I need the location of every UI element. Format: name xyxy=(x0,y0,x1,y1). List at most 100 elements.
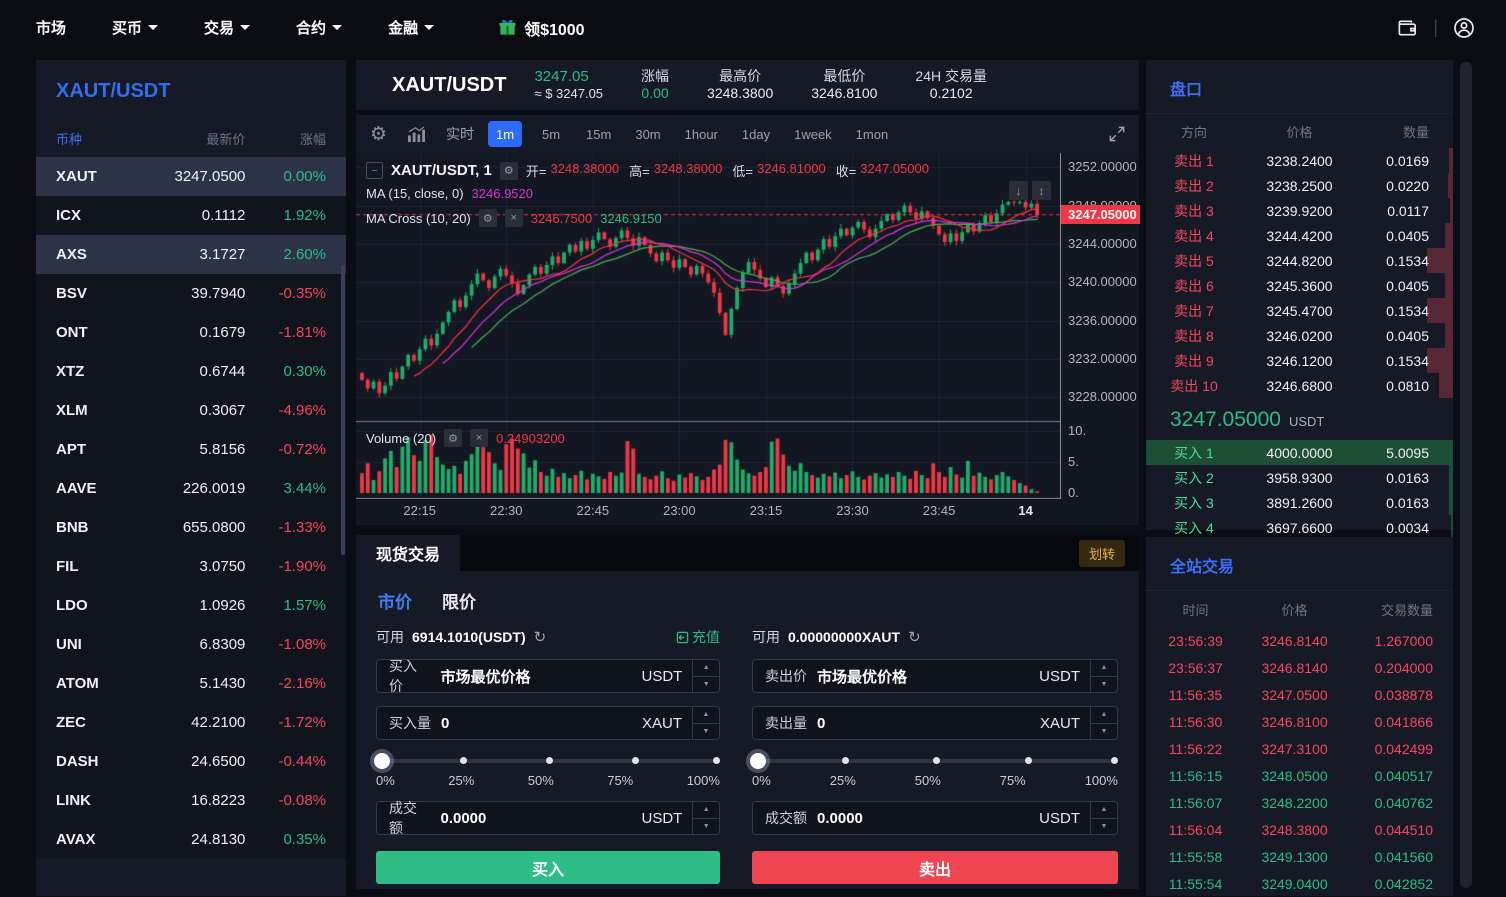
market-row[interactable]: XAUT 3247.0500 0.00% xyxy=(36,157,346,196)
bid-row[interactable]: 买入 2 3958.9300 0.0163 xyxy=(1146,465,1453,490)
time-axis[interactable]: 22:1522:3022:4523:0023:1523:3023:4514 xyxy=(356,499,1060,523)
buy-button[interactable]: 买入 xyxy=(376,851,720,884)
bonus-promo[interactable]: 领$1000 xyxy=(498,16,585,40)
ask-row[interactable]: 卖出 5 3244.8200 0.1534 xyxy=(1146,248,1453,273)
indicator-chart-icon[interactable] xyxy=(407,126,426,143)
nav-item[interactable]: 交易 xyxy=(204,17,250,38)
refresh-icon[interactable]: ↻ xyxy=(908,628,921,646)
market-row[interactable]: UNI 6.8309 -1.08% xyxy=(36,625,346,664)
sell-amount-field[interactable]: 卖出量 XAUT ▲▼ xyxy=(752,706,1118,740)
close-icon[interactable]: × xyxy=(470,429,488,447)
market-row[interactable]: LINK 16.8223 -0.08% xyxy=(36,781,346,820)
interval-button[interactable]: 1week xyxy=(788,121,838,147)
price-axis-label: 3252.00000 xyxy=(1068,159,1137,174)
settings-gear-icon[interactable]: ⚙ xyxy=(370,123,387,146)
ask-row[interactable]: 卖出 9 3246.1200 0.1534 xyxy=(1146,348,1453,373)
market-row[interactable]: APT 5.8156 -0.72% xyxy=(36,430,346,469)
buy-price-input[interactable] xyxy=(440,668,641,685)
chart-legend-volume: Volume (20) ⚙ × 0.24903200 xyxy=(366,429,565,447)
buy-total-stepper[interactable]: ▲▼ xyxy=(692,802,719,834)
sell-price-stepper[interactable]: ▲▼ xyxy=(1090,660,1117,692)
order-type-tab[interactable]: 限价 xyxy=(442,588,476,613)
market-row[interactable]: AAVE 226.0019 3.44% xyxy=(36,469,346,508)
chart-canvas[interactable] xyxy=(356,153,1060,499)
ask-row[interactable]: 卖出 6 3245.3600 0.0405 xyxy=(1146,273,1453,298)
price-axis[interactable]: 3252.000003248.000003244.000003240.00000… xyxy=(1060,153,1139,499)
ask-row[interactable]: 卖出 10 3246.6800 0.0810 xyxy=(1146,373,1453,398)
buy-total-field[interactable]: 成交额 USDT ▲▼ xyxy=(376,801,720,835)
market-row[interactable]: ICX 0.1112 1.92% xyxy=(36,196,346,235)
time-axis-label: 22:15 xyxy=(396,503,444,518)
interval-button[interactable]: 15m xyxy=(580,121,617,147)
market-row[interactable]: ATOM 5.1430 -2.16% xyxy=(36,664,346,703)
buy-amount-field[interactable]: 买入量 XAUT ▲▼ xyxy=(376,706,720,740)
ask-row[interactable]: 卖出 7 3245.4700 0.1534 xyxy=(1146,298,1453,323)
time-axis-label: 23:30 xyxy=(828,503,876,518)
nav-item[interactable]: 金融 xyxy=(388,17,434,38)
fullscreen-icon[interactable] xyxy=(1107,124,1127,144)
sell-price-field[interactable]: 卖出价 USDT ▲▼ xyxy=(752,659,1118,693)
realtime-tab[interactable]: 实时 xyxy=(446,124,474,144)
sell-percent-slider[interactable] xyxy=(752,753,1118,769)
page-scrollbar[interactable] xyxy=(1460,62,1472,888)
ask-row[interactable]: 卖出 4 3244.4200 0.0405 xyxy=(1146,223,1453,248)
ask-row[interactable]: 卖出 8 3246.0200 0.0405 xyxy=(1146,323,1453,348)
nav-item[interactable]: 合约 xyxy=(296,17,342,38)
ask-row[interactable]: 卖出 2 3238.2500 0.0220 xyxy=(1146,173,1453,198)
buy-total-input[interactable] xyxy=(440,810,641,827)
gear-icon[interactable]: ⚙ xyxy=(479,209,497,227)
nav-item[interactable]: 买币 xyxy=(112,17,158,38)
market-row[interactable]: AXS 3.1727 2.60% xyxy=(36,235,346,274)
bid-row[interactable]: 买入 1 4000.0000 5.0095 xyxy=(1146,440,1453,465)
sell-amount-stepper[interactable]: ▲▼ xyxy=(1090,707,1117,739)
buy-price-field[interactable]: 买入价 USDT ▲▼ xyxy=(376,659,720,693)
buy-price-stepper[interactable]: ▲▼ xyxy=(692,660,719,692)
market-row[interactable]: ZEC 42.2100 -1.72% xyxy=(36,703,346,742)
order-type-tab[interactable]: 市价 xyxy=(378,588,412,613)
recharge-link[interactable]: 充值 xyxy=(676,627,720,647)
buy-slider-thumb[interactable] xyxy=(374,753,390,769)
market-row[interactable]: DASH 24.6500 -0.44% xyxy=(36,742,346,781)
gear-icon[interactable]: ⚙ xyxy=(500,162,518,180)
resize-pane-icon[interactable]: ↕ xyxy=(1032,181,1051,200)
market-row[interactable]: XLM 0.3067 -4.96% xyxy=(36,391,346,430)
sell-total-field[interactable]: 成交额 USDT ▲▼ xyxy=(752,801,1118,835)
market-row[interactable]: ONT 0.1679 -1.81% xyxy=(36,313,346,352)
market-row[interactable]: FIL 3.0750 -1.90% xyxy=(36,547,346,586)
interval-button[interactable]: 1mon xyxy=(850,121,895,147)
user-icon[interactable] xyxy=(1452,16,1476,40)
buy-amount-input[interactable] xyxy=(441,715,642,732)
nav-item[interactable]: 市场 xyxy=(36,17,66,38)
interval-button[interactable]: 1hour xyxy=(679,121,724,147)
market-row[interactable]: LDO 1.0926 1.57% xyxy=(36,586,346,625)
sidebar-scrollbar[interactable] xyxy=(341,265,345,555)
sell-amount-input[interactable] xyxy=(817,715,1040,732)
collapse-icon[interactable]: − xyxy=(366,162,383,179)
interval-button[interactable]: 30m xyxy=(629,121,666,147)
close-icon[interactable]: × xyxy=(505,209,523,227)
transfer-button[interactable]: 划转 xyxy=(1079,540,1125,567)
buy-amount-stepper[interactable]: ▲▼ xyxy=(692,707,719,739)
wallet-icon[interactable] xyxy=(1396,16,1419,39)
sell-slider-thumb[interactable] xyxy=(750,753,766,769)
ask-row[interactable]: 卖出 1 3238.2400 0.0169 xyxy=(1146,148,1453,173)
move-pane-down-icon[interactable]: ↓ xyxy=(1009,181,1028,200)
interval-button[interactable]: 5m xyxy=(534,121,568,147)
candlestick-chart[interactable]: 3252.000003248.000003244.000003240.00000… xyxy=(356,153,1139,525)
sell-price-input[interactable] xyxy=(817,668,1039,685)
sell-total-stepper[interactable]: ▲▼ xyxy=(1090,802,1117,834)
bid-row[interactable]: 买入 3 3891.2600 0.0163 xyxy=(1146,490,1453,515)
market-row[interactable]: BNB 655.0800 -1.33% xyxy=(36,508,346,547)
sell-button[interactable]: 卖出 xyxy=(752,851,1118,884)
spot-header: 现货交易 划转 xyxy=(356,535,1139,571)
gear-icon[interactable]: ⚙ xyxy=(444,429,462,447)
buy-percent-slider[interactable] xyxy=(376,753,720,769)
market-row[interactable]: AVAX 24.8130 0.35% xyxy=(36,820,346,859)
refresh-icon[interactable]: ↻ xyxy=(534,628,547,646)
ask-row[interactable]: 卖出 3 3239.9200 0.0117 xyxy=(1146,198,1453,223)
market-row[interactable]: BSV 39.7940 -0.35% xyxy=(36,274,346,313)
interval-button[interactable]: 1m xyxy=(488,121,522,147)
sell-total-input[interactable] xyxy=(817,810,1039,827)
market-row[interactable]: XTZ 0.6744 0.30% xyxy=(36,352,346,391)
interval-button[interactable]: 1day xyxy=(736,121,776,147)
